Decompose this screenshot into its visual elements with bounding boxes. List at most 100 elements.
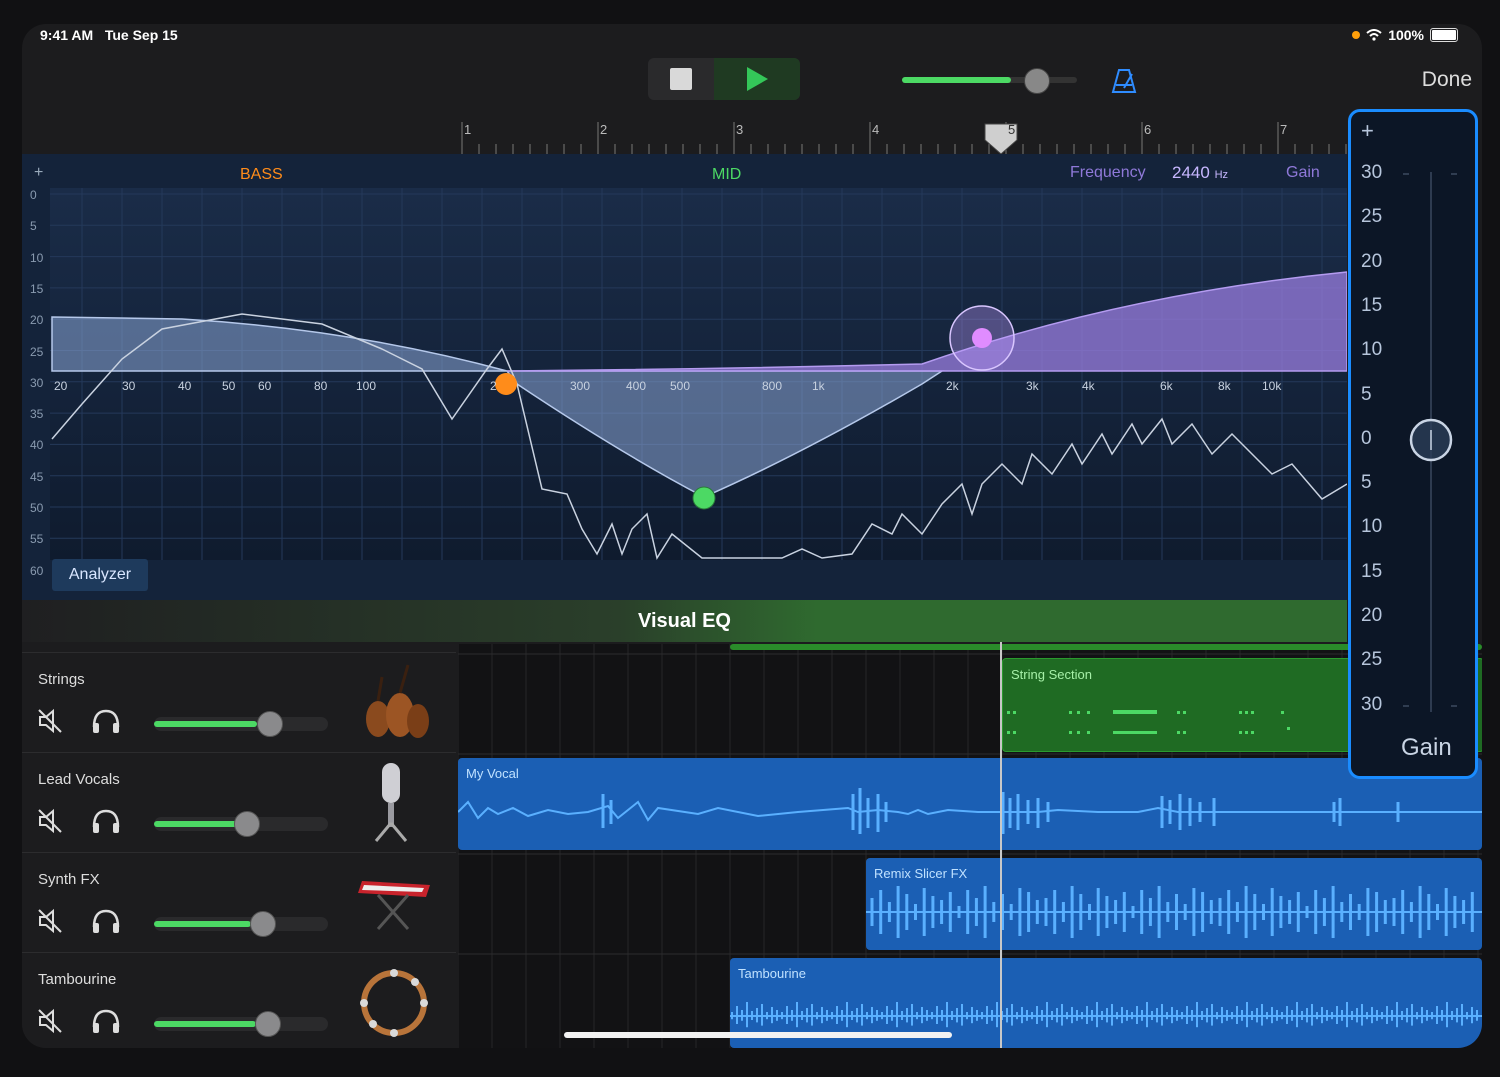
eq-y-label: 20 xyxy=(30,313,44,328)
eq-x-label: 4k xyxy=(1082,379,1095,393)
master-volume-knob[interactable] xyxy=(1024,68,1050,94)
track-volume-slider[interactable] xyxy=(154,811,328,837)
eq-add-icon[interactable]: + xyxy=(34,164,43,182)
frequency-label: Frequency xyxy=(1070,164,1146,181)
microphone-icon[interactable] xyxy=(348,763,438,843)
frequency-readout: 2440 Hz xyxy=(1172,163,1228,183)
device-screen: 9:41 AM Tue Sep 15 100% Done 1 2 3 4 5 6… xyxy=(22,24,1482,1048)
status-indicators: 100% xyxy=(1352,27,1458,43)
track-volume-knob[interactable] xyxy=(234,811,261,837)
visual-eq-title-bar[interactable]: Visual EQ xyxy=(22,600,1347,642)
eq-x-label: 500 xyxy=(670,379,691,393)
ruler-bar-3: 3 xyxy=(736,122,744,137)
gain-scale-label: 10 xyxy=(1361,516,1383,538)
eq-y-label: 55 xyxy=(30,532,44,547)
eq-x-label: 60 xyxy=(258,379,272,393)
mid-band-node[interactable] xyxy=(692,486,716,510)
eq-y-label: 30 xyxy=(30,375,44,390)
eq-graph[interactable] xyxy=(22,154,1347,600)
play-button[interactable] xyxy=(714,58,800,100)
eq-x-label: 10k xyxy=(1262,379,1282,393)
ruler-bar-7: 7 xyxy=(1280,122,1288,137)
stop-icon xyxy=(670,68,692,90)
treble-band-node[interactable] xyxy=(972,328,992,348)
gain-slider-panel[interactable]: + 30 25 20 15 10 5 0 5 10 15 20 25 30 Gain xyxy=(1348,109,1478,779)
frequency-unit: Hz xyxy=(1214,169,1229,181)
playhead[interactable] xyxy=(1000,642,1002,1048)
mute-icon[interactable] xyxy=(36,807,64,840)
track-header[interactable]: Tambourine xyxy=(22,952,456,1048)
mute-icon[interactable] xyxy=(36,907,64,940)
eq-y-label: 50 xyxy=(30,501,44,515)
metronome-icon[interactable] xyxy=(1110,68,1138,94)
mid-label: MID xyxy=(712,166,742,183)
gain-scale-label: 5 xyxy=(1361,472,1372,494)
track-volume-knob[interactable] xyxy=(255,1011,282,1037)
gain-label: Gain xyxy=(1286,164,1320,181)
region-remix-slicer-fx[interactable]: Remix Slicer FX xyxy=(866,858,1482,950)
gain-scale-label: 25 xyxy=(1361,649,1383,671)
headphones-icon[interactable] xyxy=(90,707,122,740)
eq-y-label: 25 xyxy=(30,344,44,359)
track-header[interactable]: Strings xyxy=(22,652,456,751)
mute-icon[interactable] xyxy=(36,707,64,740)
done-button[interactable]: Done xyxy=(1422,68,1472,92)
track-lanes[interactable]: String Section My Vocal Remix Slicer FX … xyxy=(458,644,1482,1048)
eq-x-label: 20 xyxy=(54,379,68,393)
eq-x-label: 8k xyxy=(1218,379,1231,393)
analyzer-button[interactable]: Analyzer xyxy=(52,559,148,591)
eq-x-label: 1k xyxy=(812,379,825,393)
track-volume-fill xyxy=(154,721,258,727)
visual-eq-panel[interactable]: + BASS MID Frequency 2440 Hz Gain 0 5 10 15… xyxy=(22,154,1347,600)
master-volume-slider[interactable] xyxy=(902,77,1077,83)
track-volume-fill xyxy=(154,821,237,827)
track-volume-fill xyxy=(154,921,252,927)
region-my-vocal[interactable]: My Vocal xyxy=(458,758,1482,850)
eq-y-label: 40 xyxy=(30,438,44,453)
track-header[interactable]: Synth FX xyxy=(22,852,456,951)
timeline-ruler[interactable]: 1 2 3 4 5 6 7 xyxy=(458,120,1358,154)
battery-percent: 100% xyxy=(1388,27,1424,43)
status-time: 9:41 AM Tue Sep 15 xyxy=(40,27,178,43)
play-icon xyxy=(747,67,768,91)
ruler-bar-2: 2 xyxy=(600,122,608,137)
eq-x-label: 40 xyxy=(178,379,192,393)
track-volume-slider[interactable] xyxy=(154,711,328,737)
wifi-icon xyxy=(1366,29,1382,41)
stop-button[interactable] xyxy=(648,58,714,100)
headphones-icon[interactable] xyxy=(90,907,122,940)
eq-x-label: 2 xyxy=(490,379,497,393)
gain-scale-label: 30 xyxy=(1361,162,1383,183)
ruler-bar-5: 5 xyxy=(1008,122,1016,137)
transport-controls xyxy=(648,58,800,100)
eq-x-label: 50 xyxy=(222,379,236,393)
vocal-waveform xyxy=(458,788,1482,834)
track-volume-knob[interactable] xyxy=(249,911,276,937)
track-volume-fill xyxy=(154,1021,256,1027)
track-volume-slider[interactable] xyxy=(154,1011,328,1037)
eq-x-label: 100 xyxy=(356,379,377,393)
bass-band-node[interactable] xyxy=(495,373,517,395)
eq-x-label: 300 xyxy=(570,379,591,393)
keyboard-icon[interactable] xyxy=(348,863,438,943)
gain-scale-label: 15 xyxy=(1361,560,1383,582)
headphones-icon[interactable] xyxy=(90,807,122,840)
mute-icon[interactable] xyxy=(36,1007,64,1040)
ruler-bar-4: 4 xyxy=(872,122,880,137)
gain-scale-label: 25 xyxy=(1361,206,1383,228)
gain-scale-label: 5 xyxy=(1361,383,1372,405)
headphones-icon[interactable] xyxy=(90,1007,122,1040)
battery-icon xyxy=(1430,28,1458,42)
track-volume-knob[interactable] xyxy=(256,711,283,737)
tambourine-icon[interactable] xyxy=(348,963,438,1043)
home-indicator[interactable] xyxy=(564,1032,952,1038)
eq-y-label: 15 xyxy=(30,281,44,296)
strings-icon[interactable] xyxy=(348,663,438,743)
status-date: Tue Sep 15 xyxy=(104,27,178,43)
recording-dot-icon xyxy=(1352,31,1361,39)
gain-slider-title: Gain xyxy=(1401,734,1452,761)
track-volume-slider[interactable] xyxy=(154,911,328,937)
eq-x-label: 2k xyxy=(946,379,959,393)
gain-scale-label: 0 xyxy=(1361,427,1372,449)
track-header[interactable]: Lead Vocals xyxy=(22,752,456,851)
